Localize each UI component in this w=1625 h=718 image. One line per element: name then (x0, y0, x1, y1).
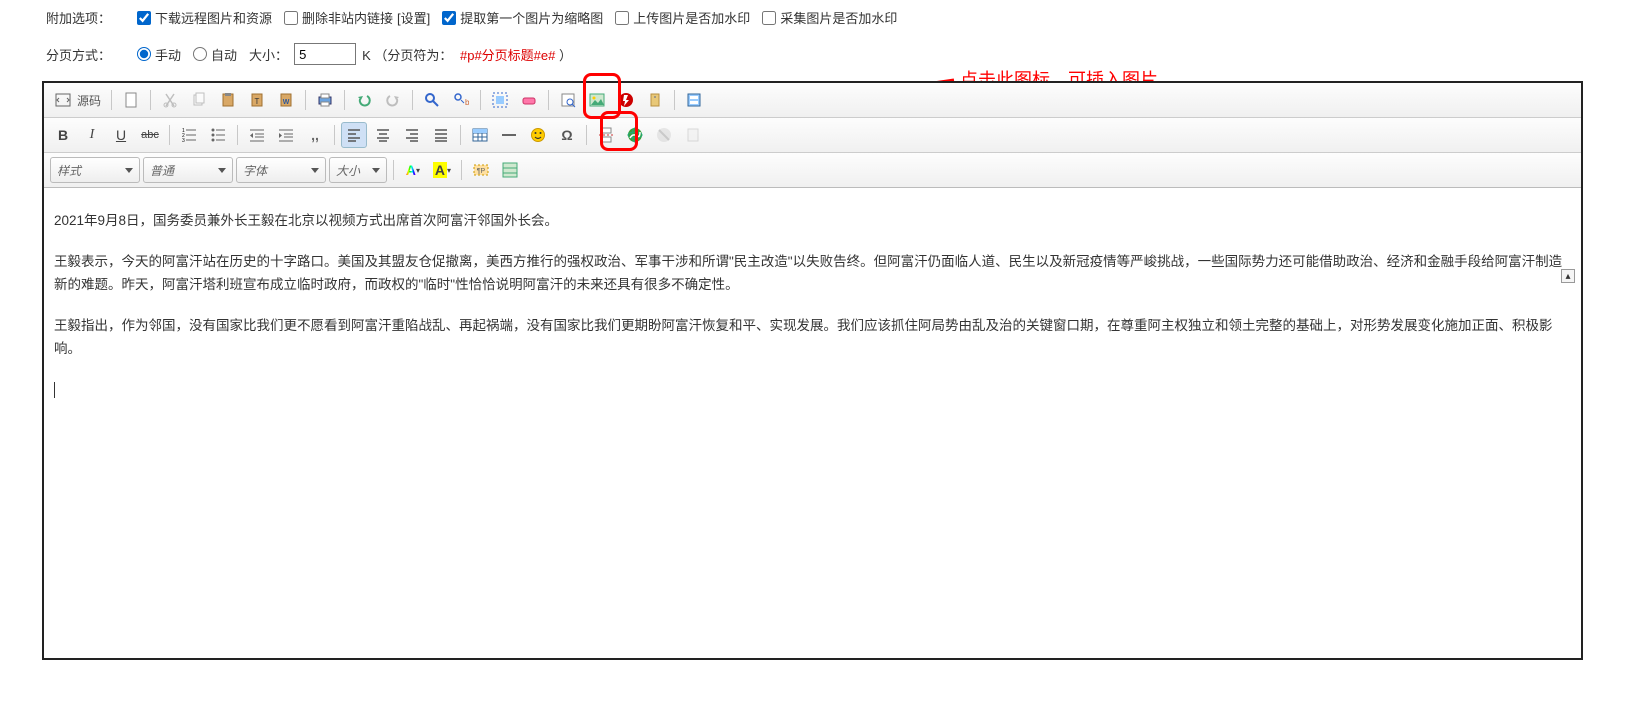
find-icon[interactable] (419, 87, 445, 113)
editor-toolbar-row-2: B I U abc 123 ,, Ω (44, 118, 1581, 153)
extract-first-image-checkbox[interactable] (442, 11, 456, 25)
text-color-icon[interactable]: A▾ (400, 157, 426, 183)
numbered-list-icon[interactable]: 123 (176, 122, 202, 148)
paging-unit-prefix: K （分页符为： (362, 48, 452, 63)
extract-first-image-label: 提取第一个图片为缩略图 (460, 8, 603, 27)
editor-toolbar-row-3: 样式 普通 字体 大小 A▾ A▾ ¶P (44, 153, 1581, 188)
italic-icon[interactable]: I (79, 122, 105, 148)
svg-text:b: b (465, 98, 469, 107)
font-select[interactable]: 字体 (236, 157, 326, 183)
align-justify-icon[interactable] (428, 122, 454, 148)
blockquote-icon[interactable]: ,, (302, 122, 328, 148)
svg-text:¶P: ¶P (477, 168, 486, 175)
redo-icon[interactable] (380, 87, 406, 113)
paging-marker: #p#分页标题#e# (460, 48, 555, 63)
size-select[interactable]: 大小 (329, 157, 387, 183)
upload-watermark-label: 上传图片是否加水印 (633, 8, 750, 27)
indent-icon[interactable] (273, 122, 299, 148)
link-icon[interactable] (622, 122, 648, 148)
new-page-icon[interactable] (118, 87, 144, 113)
upload-watermark-checkbox[interactable] (615, 11, 629, 25)
template-icon[interactable] (681, 87, 707, 113)
svg-text:W: W (283, 99, 290, 106)
download-remote-checkbox[interactable] (137, 11, 151, 25)
remove-external-label: 删除非站内链接 (302, 8, 393, 27)
paste-text-icon[interactable]: T (244, 87, 270, 113)
page-break-icon[interactable] (593, 122, 619, 148)
collect-watermark-label: 采集图片是否加水印 (780, 8, 897, 27)
format-select[interactable]: 普通 (143, 157, 233, 183)
paging-size-label: 大小： (249, 45, 288, 64)
bg-color-icon[interactable]: A▾ (429, 157, 455, 183)
paging-unit-suffix: ） (559, 48, 572, 63)
align-left-icon[interactable] (341, 122, 367, 148)
copy-icon[interactable] (186, 87, 212, 113)
settings-link[interactable]: [设置] (397, 8, 430, 27)
svg-text:T: T (255, 97, 260, 106)
paging-manual-radio[interactable] (137, 47, 151, 61)
content-paragraph-1: 2021年9月8日，国务委员兼外长王毅在北京以视频方式出席首次阿富汗邻国外长会。 (54, 210, 1571, 233)
remove-external-checkbox[interactable] (284, 11, 298, 25)
select-all-icon[interactable] (487, 87, 513, 113)
collect-watermark-checkbox[interactable] (762, 11, 776, 25)
print-icon[interactable] (312, 87, 338, 113)
replace-icon[interactable]: b (448, 87, 474, 113)
bold-icon[interactable]: B (50, 122, 76, 148)
preview-icon[interactable] (555, 87, 581, 113)
underline-icon[interactable]: U (108, 122, 134, 148)
bullet-list-icon[interactable] (205, 122, 231, 148)
source-button[interactable] (50, 87, 76, 113)
content-paragraph-2: 王毅表示，今天的阿富汗站在历史的十字路口。美国及其盟友仓促撤离，美西方推行的强权… (54, 251, 1571, 297)
paging-auto-radio[interactable] (193, 47, 207, 61)
table-icon[interactable] (467, 122, 493, 148)
style-select[interactable]: 样式 (50, 157, 140, 183)
svg-text:3: 3 (182, 138, 185, 143)
align-center-icon[interactable] (370, 122, 396, 148)
download-remote-label: 下载远程图片和资源 (155, 8, 272, 27)
unlink-icon[interactable] (651, 122, 677, 148)
paging-auto-label: 自动 (211, 45, 237, 64)
remove-format-icon[interactable] (516, 87, 542, 113)
strikethrough-icon[interactable]: abc (137, 122, 163, 148)
flash-icon[interactable] (613, 87, 639, 113)
smiley-icon[interactable] (525, 122, 551, 148)
paging-size-input[interactable] (294, 43, 356, 65)
paste-word-icon[interactable]: W (273, 87, 299, 113)
show-blocks-icon[interactable] (497, 157, 523, 183)
text-cursor (54, 382, 55, 398)
attachment-icon[interactable] (642, 87, 668, 113)
image-icon[interactable] (584, 87, 610, 113)
paging-manual-label: 手动 (155, 45, 181, 64)
hr-icon[interactable] (496, 122, 522, 148)
editor-toolbar-row-1: 源码 T W b (44, 83, 1581, 118)
formatted-block-icon[interactable]: ¶P (468, 157, 494, 183)
cut-icon[interactable] (157, 87, 183, 113)
content-paragraph-3: 王毅指出，作为邻国，没有国家比我们更不愿看到阿富汗重陷战乱、再起祸端，没有国家比… (54, 315, 1571, 361)
additional-options-label: 附加选项： (46, 8, 111, 27)
anchor-icon[interactable] (680, 122, 706, 148)
source-label: 源码 (77, 92, 101, 109)
special-char-icon[interactable]: Ω (554, 122, 580, 148)
editor-content-area[interactable]: 2021年9月8日，国务委员兼外长王毅在北京以视频方式出席首次阿富汗邻国外长会。… (44, 188, 1581, 658)
paste-icon[interactable] (215, 87, 241, 113)
outdent-icon[interactable] (244, 122, 270, 148)
paging-mode-label: 分页方式： (46, 45, 111, 64)
align-right-icon[interactable] (399, 122, 425, 148)
undo-icon[interactable] (351, 87, 377, 113)
